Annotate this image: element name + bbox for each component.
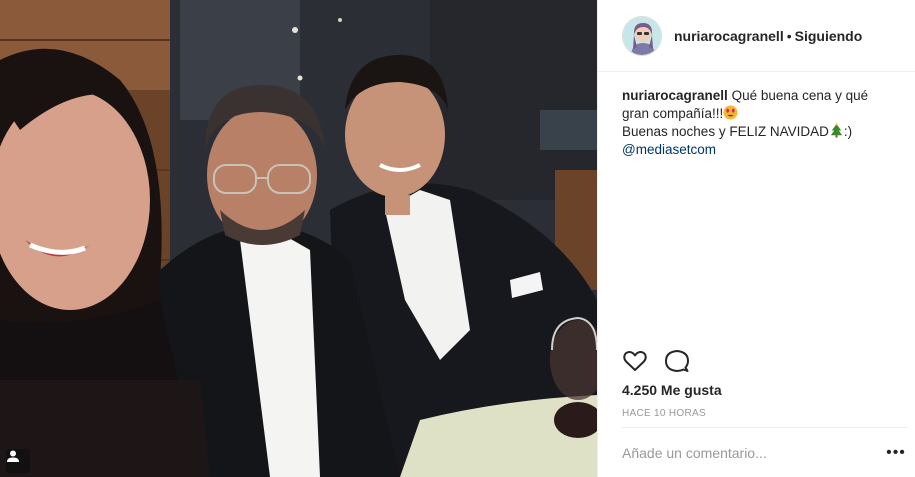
caption-mention-link[interactable]: @mediasetcom [622,142,716,157]
header-separator: • [786,27,792,44]
post-caption: nuriarocagranell Qué buena cena y qué gr… [622,87,892,159]
post-timestamp[interactable]: HACE 10 HORAS [622,408,706,419]
header-text: nuriarocagranell • Siguiendo [674,28,862,44]
post-header: nuriarocagranell • Siguiendo [598,0,915,72]
heart-outline-icon[interactable] [622,348,648,374]
follow-status-button[interactable]: Siguiendo [795,28,863,44]
more-options-button[interactable]: ••• [884,441,908,465]
user-tag-icon[interactable] [6,449,30,473]
post-actions [622,348,690,374]
caption-line2: Buenas noches y FELIZ NAVIDAD [622,124,829,139]
avatar[interactable] [622,15,662,56]
caption-username[interactable]: nuriarocagranell [622,88,728,103]
photo-scene [0,0,597,477]
caption-line2-end: :) [843,124,853,139]
post-photo[interactable] [0,0,597,477]
comment-bar: ••• [622,427,908,477]
header-username[interactable]: nuriarocagranell [674,28,784,44]
speech-bubble-icon[interactable] [664,348,690,374]
likes-count[interactable]: 4.250 Me gusta [622,382,722,398]
heart-eyes-emoji [723,105,738,120]
comment-input[interactable] [622,444,884,461]
christmas-tree-emoji [830,123,842,138]
post-side-panel: nuriarocagranell • Siguiendo nuriarocagran… [597,0,915,477]
